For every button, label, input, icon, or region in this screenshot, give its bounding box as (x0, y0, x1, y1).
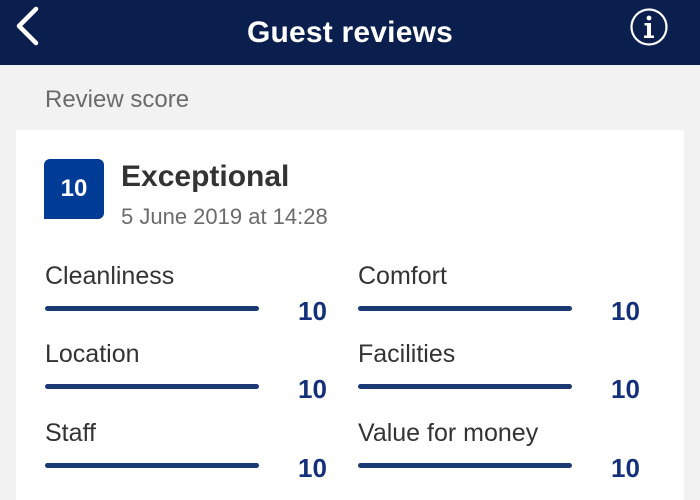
info-button[interactable] (629, 7, 669, 47)
category-label: Staff (45, 419, 96, 447)
category-bar (358, 463, 572, 468)
category-bar (358, 384, 572, 389)
category-bar-fill (45, 306, 259, 311)
category-value: 10 (611, 453, 640, 483)
category-facilities: Facilities 10 (358, 340, 658, 410)
category-bar (358, 306, 572, 311)
category-bar (45, 384, 259, 389)
back-button[interactable] (10, 6, 50, 46)
chevron-left-icon (16, 6, 39, 46)
review-date: 5 June 2019 at 14:28 (121, 204, 328, 229)
category-label: Value for money (358, 419, 539, 447)
category-value: 10 (298, 296, 327, 326)
category-bar-fill (358, 463, 572, 468)
score-word: Exceptional (121, 160, 290, 193)
app-header: Guest reviews (0, 0, 700, 65)
section-label: Review score (45, 86, 190, 113)
category-cleanliness: Cleanliness 10 (45, 262, 345, 332)
category-bar (45, 306, 259, 311)
category-value: 10 (298, 374, 327, 404)
info-circle-icon (630, 8, 668, 46)
category-comfort: Comfort 10 (358, 262, 658, 332)
category-value: 10 (298, 453, 327, 483)
category-value: 10 (611, 296, 640, 326)
category-bar (45, 463, 259, 468)
category-bar-fill (358, 306, 572, 311)
category-staff: Staff 10 (45, 419, 345, 489)
category-label: Cleanliness (45, 262, 175, 290)
category-label: Location (45, 340, 140, 368)
category-bar-fill (45, 384, 259, 389)
category-value: 10 (611, 374, 640, 404)
category-location: Location 10 (45, 340, 345, 410)
page-title: Guest reviews (246, 15, 454, 49)
score-badge: 10 (44, 159, 104, 219)
category-bar-fill (358, 384, 572, 389)
category-value-for-money: Value for money 10 (358, 419, 658, 489)
category-bar-fill (45, 463, 259, 468)
review-card: 10 Exceptional 5 June 2019 at 14:28 Clea… (16, 130, 684, 500)
category-label: Facilities (358, 340, 456, 368)
category-label: Comfort (358, 262, 447, 290)
